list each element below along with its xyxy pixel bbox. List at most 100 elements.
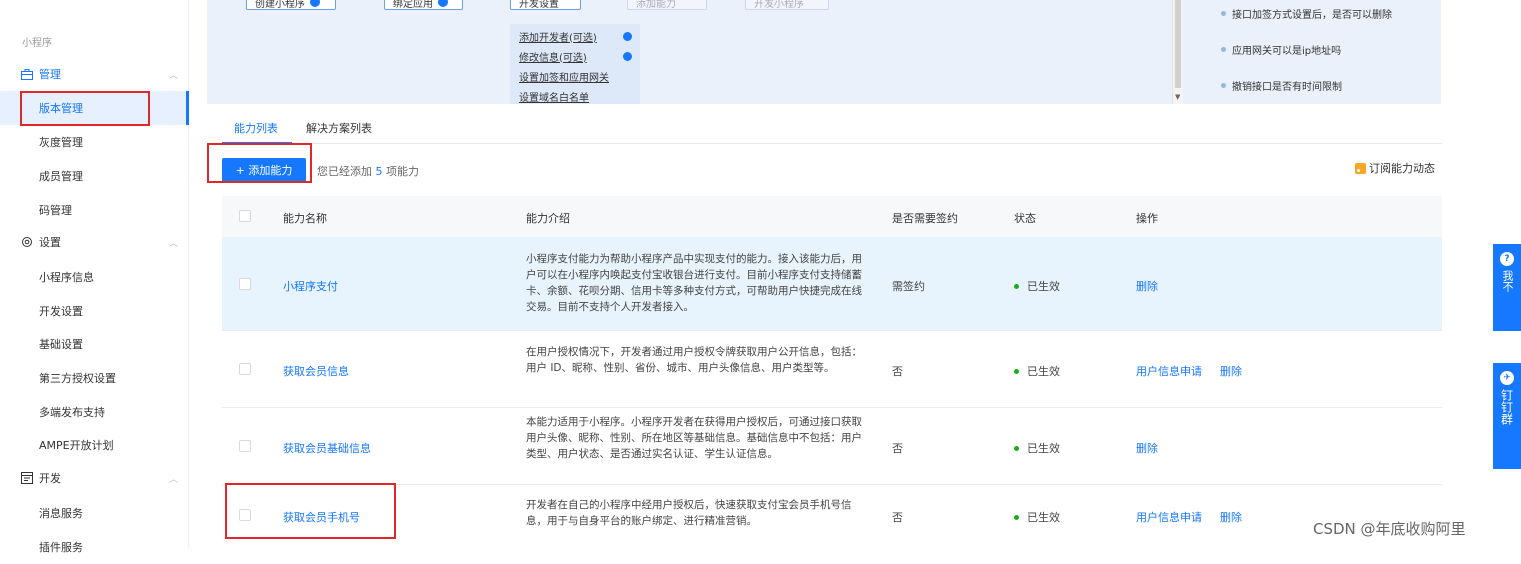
substep-sign-gateway[interactable]: 设置加签和应用网关 <box>519 66 632 86</box>
sidebar-item-code-manage[interactable]: 码管理 <box>0 193 189 227</box>
column-header: 是否需要签约 <box>892 212 958 225</box>
sidebar: 小程序 管理 ︿ 版本管理 灰度管理 成员管理 码管理 设置 ︿ 小程序信息 开… <box>0 0 189 554</box>
sidebar-item-ampe-plan[interactable]: AMPE开放计划 <box>0 428 189 462</box>
sidebar-item-third-party-auth[interactable]: 第三方授权设置 <box>0 361 189 395</box>
delete-link[interactable]: 删除 <box>1220 363 1242 379</box>
faq-scrollbar[interactable]: ▼ <box>1172 0 1183 104</box>
user-info-apply-link[interactable]: 用户信息申请 <box>1136 363 1202 379</box>
dev-settings-substeps: 添加开发者(可选) 修改信息(可选) 设置加签和应用网关 设置域名白名单 <box>510 24 640 104</box>
code-window-icon <box>20 472 33 485</box>
subscribe-link[interactable]: 订阅能力动态 <box>1355 160 1435 176</box>
annotation-highlight-box <box>20 91 150 126</box>
sidebar-group-label: 设置 <box>39 236 61 249</box>
step-add-capability[interactable]: 添加能力 <box>627 0 707 10</box>
check-circle-icon <box>623 51 632 61</box>
chevron-up-icon: ︿ <box>168 239 178 249</box>
feedback-float-tab[interactable]: ? 我不 <box>1493 244 1521 331</box>
substep-modify-info[interactable]: 修改信息(可选) <box>519 46 632 66</box>
scroll-down-icon[interactable]: ▼ <box>1175 93 1180 101</box>
chevron-up-icon: ︿ <box>168 475 178 485</box>
substep-add-developer[interactable]: 添加开发者(可选) <box>519 26 632 46</box>
annotation-highlight-box <box>207 143 312 183</box>
capability-description: 小程序支付能力为帮助小程序产品中实现支付的能力。接入该能力后，用户可以在小程序内… <box>526 253 862 313</box>
column-header: 能力名称 <box>283 212 327 225</box>
status-badge: 已生效 <box>1014 278 1060 294</box>
sign-required: 需签约 <box>892 280 925 293</box>
table-row: 获取会员手机号 开发者在自己的小程序中经用户授权后，快速获取支付宝会员手机号信息… <box>222 485 1442 548</box>
check-circle-icon <box>438 0 448 7</box>
row-actions: 用户信息申请 删除 <box>1136 363 1260 379</box>
capability-name-link[interactable]: 获取会员信息 <box>283 363 349 379</box>
sidebar-item-basic-settings[interactable]: 基础设置 <box>0 327 189 361</box>
chevron-up-icon: ︿ <box>168 71 178 81</box>
capability-tabs: 能力列表 解决方案列表 <box>222 114 1442 144</box>
sidebar-item-multi-publish[interactable]: 多端发布支持 <box>0 395 189 429</box>
sidebar-item-dev-settings[interactable]: 开发设置 <box>0 294 189 328</box>
rss-icon <box>1355 162 1366 174</box>
scrollbar-thumb[interactable] <box>1175 0 1181 88</box>
question-icon: ? <box>1500 252 1514 266</box>
column-header: 状态 <box>1014 212 1036 225</box>
step-bind-app[interactable]: 绑定应用 <box>384 0 463 10</box>
faq-item[interactable]: 接口加签方式设置后，是否可以删除 <box>1221 6 1392 21</box>
bullet-icon <box>1221 83 1226 88</box>
faq-item[interactable]: 应用网关可以是ip地址吗 <box>1221 42 1341 57</box>
capability-description: 开发者在自己的小程序中经用户授权后，快速获取支付宝会员手机号信息，用于与自身平台… <box>526 499 852 527</box>
status-dot-icon <box>1014 514 1019 520</box>
added-count-text: 您已经添加 5 项能力 <box>317 165 419 178</box>
annotation-highlight-box <box>225 483 396 539</box>
dingtalk-icon: ✈ <box>1500 371 1514 385</box>
table-row: 获取会员基础信息 本能力适用于小程序。小程序开发者在获得用户授权后，可通过接口获… <box>222 408 1442 485</box>
sidebar-item-miniapp-info[interactable]: 小程序信息 <box>0 260 189 294</box>
briefcase-icon <box>20 68 33 81</box>
faq-item[interactable]: 撤销接口是否有时间限制 <box>1221 78 1342 93</box>
check-circle-icon <box>623 31 632 41</box>
capability-name-link[interactable]: 获取会员基础信息 <box>283 440 371 456</box>
step-develop-miniapp[interactable]: 开发小程序 <box>745 0 829 10</box>
step-create-miniapp[interactable]: 创建小程序 <box>246 0 336 10</box>
dingtalk-float-tab[interactable]: ✈ 钉钉群 <box>1493 363 1521 469</box>
sidebar-item-member-manage[interactable]: 成员管理 <box>0 159 189 193</box>
onboarding-panel: 创建小程序 绑定应用 开发设置 添加能力 开发小程序 添加开发者(可选) 修改信… <box>207 0 1441 104</box>
row-checkbox[interactable] <box>239 440 251 452</box>
check-circle-icon <box>310 0 320 7</box>
substep-domain-whitelist[interactable]: 设置域名白名单 <box>519 86 632 106</box>
sidebar-item-plugin-service[interactable]: 插件服务 <box>0 530 189 564</box>
row-actions: 删除 <box>1136 440 1176 456</box>
select-all-checkbox[interactable] <box>239 210 251 222</box>
sidebar-item-message-service[interactable]: 消息服务 <box>0 496 189 530</box>
delete-link[interactable]: 删除 <box>1220 509 1242 525</box>
delete-link[interactable]: 删除 <box>1136 278 1158 294</box>
status-badge: 已生效 <box>1014 363 1060 379</box>
bullet-icon <box>1221 47 1226 52</box>
sidebar-group-settings[interactable]: 设置 ︿ <box>20 232 178 252</box>
tab-capability-list[interactable]: 能力列表 <box>234 120 278 136</box>
bullet-icon <box>1221 11 1226 16</box>
table-row: 获取会员信息 在用户授权情况下，开发者通过用户授权令牌获取用户公开信息，包括：用… <box>222 331 1442 408</box>
row-checkbox[interactable] <box>239 278 251 290</box>
sidebar-group-label: 管理 <box>39 68 61 81</box>
sidebar-section-label: 小程序 <box>22 38 52 49</box>
column-header: 能力介绍 <box>526 212 570 225</box>
step-dev-settings[interactable]: 开发设置 <box>510 0 581 10</box>
sign-required: 否 <box>892 511 903 524</box>
capability-name-link[interactable]: 小程序支付 <box>283 278 338 294</box>
capability-description: 在用户授权情况下，开发者通过用户授权令牌获取用户公开信息，包括：用户 ID、昵称… <box>526 346 862 374</box>
table-row: 小程序支付 小程序支付能力为帮助小程序产品中实现支付的能力。接入该能力后，用户可… <box>222 237 1442 331</box>
tab-solution-list[interactable]: 解决方案列表 <box>306 120 372 136</box>
watermark-text: CSDN @年底收购阿里 <box>1313 520 1466 538</box>
row-actions: 用户信息申请 删除 <box>1136 509 1260 525</box>
sign-required: 否 <box>892 365 903 378</box>
gear-icon <box>20 236 33 249</box>
sidebar-item-gray-manage[interactable]: 灰度管理 <box>0 125 189 159</box>
status-dot-icon <box>1014 445 1019 451</box>
capability-description: 本能力适用于小程序。小程序开发者在获得用户授权后，可通过接口获取用户头像、昵称、… <box>526 416 862 460</box>
sidebar-group-manage[interactable]: 管理 ︿ <box>20 64 178 84</box>
sidebar-group-develop[interactable]: 开发 ︿ <box>20 468 178 488</box>
column-header: 操作 <box>1136 212 1158 225</box>
delete-link[interactable]: 删除 <box>1136 440 1158 456</box>
user-info-apply-link[interactable]: 用户信息申请 <box>1136 509 1202 525</box>
status-dot-icon <box>1014 368 1019 374</box>
row-actions: 删除 <box>1136 278 1176 294</box>
row-checkbox[interactable] <box>239 363 251 375</box>
